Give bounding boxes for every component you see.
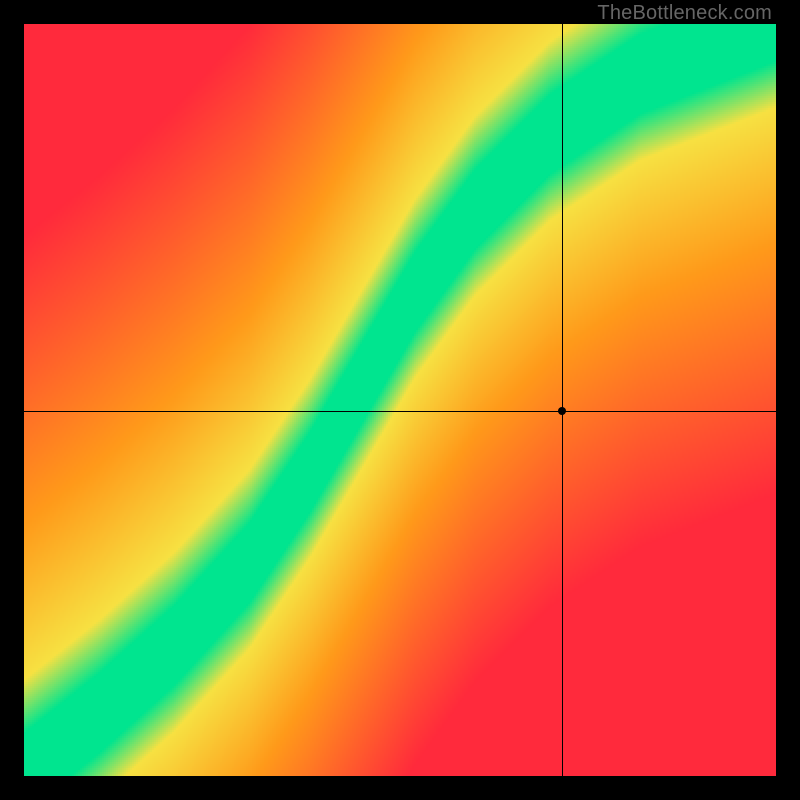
watermark-text: TheBottleneck.com — [597, 2, 772, 25]
crosshair-point — [558, 407, 566, 415]
crosshair-vertical — [562, 24, 563, 776]
plot-area — [24, 24, 776, 776]
chart-frame: TheBottleneck.com — [0, 0, 800, 800]
bottleneck-heatmap — [24, 24, 776, 776]
crosshair-horizontal — [24, 411, 776, 412]
